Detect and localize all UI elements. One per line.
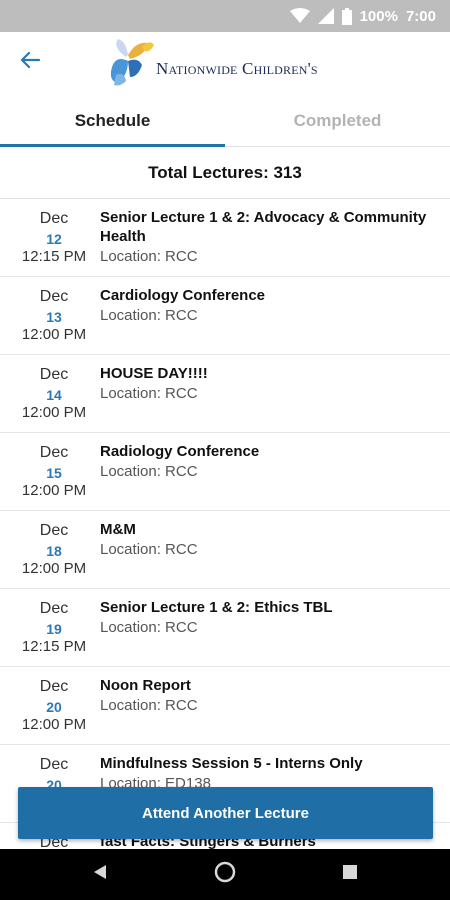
- back-triangle-icon: [93, 864, 107, 885]
- lecture-row[interactable]: Dec 14 12:00 PM HOUSE DAY!!!! Location: …: [0, 355, 450, 433]
- lecture-location: Location: RCC: [100, 541, 198, 558]
- lecture-location: Location: RCC: [100, 697, 198, 714]
- logo-text: Nationwide Children's: [156, 59, 318, 78]
- lecture-list: Dec 12 12:15 PM Senior Lecture 1 & 2: Ad…: [0, 199, 450, 849]
- lecture-time: 12:00 PM: [21, 482, 87, 499]
- total-lectures: Total Lectures: 313: [0, 148, 450, 199]
- lecture-title: Senior Lecture 1 & 2: Ethics TBL: [100, 599, 333, 616]
- lecture-month: Dec: [39, 288, 69, 305]
- lecture-title: M&M: [100, 521, 136, 538]
- lecture-month: Dec: [39, 444, 69, 461]
- lecture-title: Noon Report: [100, 677, 191, 694]
- lecture-location: Location: RCC: [100, 385, 198, 402]
- lecture-info: Cardiology Conference Location: RCC: [100, 286, 435, 326]
- arrow-left-icon: [20, 51, 41, 74]
- lecture-day: 12: [46, 231, 62, 247]
- tab-schedule[interactable]: Schedule: [0, 96, 225, 146]
- lecture-info: Senior Lecture 1 & 2: Advocacy & Communi…: [100, 208, 435, 267]
- lecture-title: Mindfulness Session 5 - Interns Only: [100, 755, 363, 772]
- lecture-info: HOUSE DAY!!!! Location: RCC: [100, 364, 435, 404]
- lecture-time: 12:15 PM: [21, 638, 87, 655]
- lecture-month: Dec: [39, 210, 69, 227]
- lecture-row[interactable]: Dec 12 12:15 PM Senior Lecture 1 & 2: Ad…: [0, 199, 450, 277]
- lecture-day: 14: [46, 387, 62, 403]
- lecture-title: HOUSE DAY!!!!: [100, 365, 208, 382]
- lecture-time: 12:15 PM: [21, 248, 87, 265]
- lecture-day: 20: [46, 699, 62, 715]
- lecture-day: 18: [46, 543, 62, 559]
- lecture-time: 12:00 PM: [21, 560, 87, 577]
- wifi-icon: [289, 8, 310, 24]
- lecture-day: 19: [46, 621, 62, 637]
- lecture-title: Cardiology Conference: [100, 287, 266, 304]
- lecture-row[interactable]: Dec 19 12:15 PM Senior Lecture 1 & 2: Et…: [0, 589, 450, 667]
- back-button[interactable]: [14, 46, 46, 78]
- lecture-row[interactable]: Dec 13 12:00 PM Cardiology Conference Lo…: [0, 277, 450, 355]
- recents-square-icon: [342, 864, 358, 885]
- lecture-location: Location: RCC: [100, 307, 198, 324]
- lecture-location: Location: RCC: [100, 248, 198, 265]
- lecture-month: Dec: [39, 366, 69, 383]
- nav-back-button[interactable]: [70, 849, 130, 900]
- lecture-row[interactable]: Dec 15 12:00 PM Radiology Conference Loc…: [0, 433, 450, 511]
- battery-percent: 100%: [359, 7, 398, 25]
- nationwide-childrens-logo: Nationwide Children's: [108, 37, 338, 87]
- lecture-day: 13: [46, 309, 62, 325]
- lecture-row[interactable]: Dec 18 12:00 PM M&M Location: RCC: [0, 511, 450, 589]
- lecture-month: Dec: [39, 522, 69, 539]
- battery-icon: [341, 7, 352, 25]
- lecture-title: Radiology Conference: [100, 443, 260, 460]
- lecture-location: Location: RCC: [100, 463, 198, 480]
- tab-bar: Schedule Completed: [0, 96, 450, 147]
- signal-icon: [317, 8, 334, 24]
- lecture-time: 12:00 PM: [21, 716, 87, 733]
- lecture-time: 12:00 PM: [21, 404, 87, 421]
- lecture-info: Radiology Conference Location: RCC: [100, 442, 435, 482]
- status-icons: 100% 7:00: [289, 0, 436, 32]
- status-bar: 100% 7:00: [0, 0, 450, 32]
- app-bar: Nationwide Children's: [0, 32, 450, 92]
- home-circle-icon: [214, 861, 236, 888]
- lecture-info: Noon Report Location: RCC: [100, 676, 435, 716]
- lecture-info: M&M Location: RCC: [100, 520, 435, 560]
- nav-home-button[interactable]: [195, 849, 255, 900]
- lecture-day: 15: [46, 465, 62, 481]
- lecture-month: Dec: [39, 756, 69, 773]
- nav-recents-button[interactable]: [320, 849, 380, 900]
- attend-another-lecture-button[interactable]: Attend Another Lecture: [18, 787, 433, 839]
- clock: 7:00: [405, 7, 436, 25]
- lecture-month: Dec: [39, 678, 69, 695]
- lecture-row[interactable]: Dec 20 12:00 PM Noon Report Location: RC…: [0, 667, 450, 745]
- lecture-month: Dec: [39, 600, 69, 617]
- lecture-location: Location: RCC: [100, 619, 198, 636]
- lecture-title: Senior Lecture 1 & 2: Advocacy & Communi…: [100, 209, 427, 245]
- lecture-info: Senior Lecture 1 & 2: Ethics TBL Locatio…: [100, 598, 435, 638]
- active-tab-indicator: [0, 144, 225, 147]
- lecture-time: 12:00 PM: [21, 326, 87, 343]
- system-nav-bar: [0, 849, 450, 900]
- butterfly-icon: [108, 37, 154, 87]
- tab-completed[interactable]: Completed: [225, 96, 450, 146]
